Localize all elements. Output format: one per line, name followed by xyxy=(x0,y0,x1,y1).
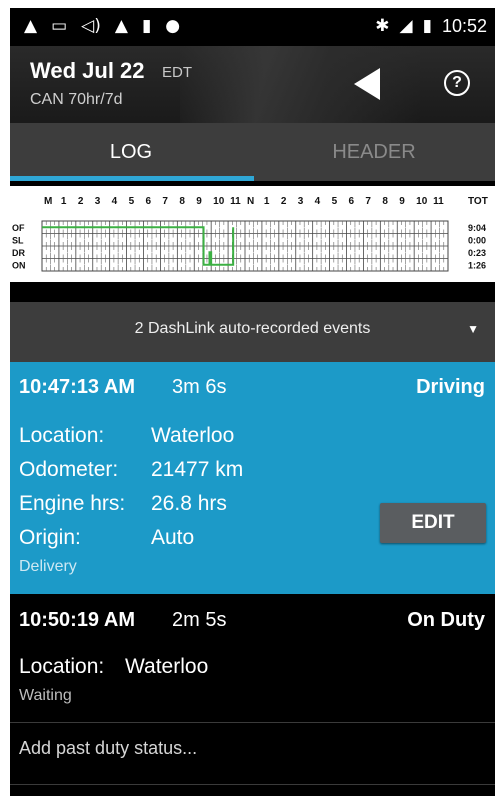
notification-icons: ▲ ▭ ◁) ▲ ▮ ● xyxy=(24,16,180,36)
hour-label: 6 xyxy=(146,196,152,207)
hour-label: 4 xyxy=(112,196,118,207)
edit-button[interactable]: EDIT xyxy=(380,503,486,543)
hour-label: 3 xyxy=(298,196,304,207)
tab-bar: LOG HEADER xyxy=(10,123,495,181)
hour-label: 7 xyxy=(365,196,371,207)
hour-label: 4 xyxy=(315,196,321,207)
dashlink-events-banner[interactable]: 2 DashLink auto-recorded events ▼ xyxy=(10,302,495,362)
row-total: 9:04 xyxy=(468,223,486,233)
previous-day-button[interactable] xyxy=(352,66,382,102)
hour-label: 9 xyxy=(399,196,405,207)
total-label: TOT xyxy=(468,196,488,207)
status-bar: ▲ ▭ ◁) ▲ ▮ ● ✱ ◢ ▮ 10:52 xyxy=(10,8,495,46)
hour-label: 1 xyxy=(264,196,270,207)
add-past-duty-status-button[interactable]: Add past duty status... xyxy=(19,738,197,759)
hour-label: 11 xyxy=(230,196,241,207)
location-label: Location: xyxy=(19,655,105,678)
hour-label: M xyxy=(44,196,52,207)
hour-label: 3 xyxy=(95,196,101,207)
event-note: Delivery xyxy=(19,558,77,575)
event-duration: 3m 6s xyxy=(172,376,227,398)
dashlink-events-text: 2 DashLink auto-recorded events xyxy=(134,320,371,337)
origin-value: Auto xyxy=(151,526,195,549)
android-icon: ● xyxy=(165,16,181,36)
event-status: On Duty xyxy=(407,609,485,631)
system-icons: ✱ ◢ ▮ 10:52 xyxy=(375,16,487,36)
image-icon: ▭ xyxy=(51,16,68,36)
cycle-label: CAN 70hr/7d xyxy=(30,91,123,108)
origin-label: Origin: xyxy=(19,526,81,549)
hour-label: 1 xyxy=(61,196,67,207)
row-label: ON xyxy=(12,261,26,271)
hour-label: 10 xyxy=(213,196,225,207)
hour-label: 5 xyxy=(129,196,135,207)
hour-label: 6 xyxy=(349,196,355,207)
event-status: Driving xyxy=(416,376,485,398)
log-date: Wed Jul 22 xyxy=(30,58,145,83)
previous-arrow-icon xyxy=(354,68,380,100)
torch-icon: ▮ xyxy=(141,16,152,36)
hour-label: 5 xyxy=(332,196,338,207)
hour-label: N xyxy=(247,196,254,207)
row-total: 0:23 xyxy=(468,248,486,258)
hour-label: 8 xyxy=(179,196,185,207)
odometer-label: Odometer: xyxy=(19,458,119,481)
row-label: OF xyxy=(12,223,25,233)
hour-label: 8 xyxy=(382,196,388,207)
duty-event-selected[interactable]: 10:47:13 AM 3m 6s Driving Location: Wate… xyxy=(10,362,495,594)
active-tab-indicator xyxy=(10,176,254,181)
odometer-value: 21477 km xyxy=(151,458,244,481)
location-label: Location: xyxy=(19,424,105,447)
event-time: 10:47:13 AM xyxy=(19,376,135,398)
event-duration: 2m 5s xyxy=(172,609,227,631)
duty-event[interactable]: 10:50:19 AM 2m 5s On Duty Location: Wate… xyxy=(10,594,495,722)
help-icon[interactable]: ? xyxy=(444,70,470,96)
hour-label: 10 xyxy=(416,196,428,207)
battery-icon: ▮ xyxy=(422,16,432,36)
engine-hours-value: 26.8 hrs xyxy=(151,492,227,515)
location-value: Waterloo xyxy=(151,424,235,447)
phone-screen: ▲ ▭ ◁) ▲ ▮ ● ✱ ◢ ▮ 10:52 Wed Jul 22 EDT … xyxy=(10,8,495,796)
hour-label: 2 xyxy=(78,196,84,207)
row-label: SL xyxy=(12,236,24,246)
vibrate-icon: ◁) xyxy=(81,16,101,36)
clock: 10:52 xyxy=(441,16,487,36)
signal-icon: ◢ xyxy=(399,16,413,36)
hour-label: 9 xyxy=(196,196,202,207)
row-total: 1:26 xyxy=(468,261,486,271)
warning-icon: ▲ xyxy=(24,16,38,36)
divider xyxy=(10,722,495,723)
duty-log-graph[interactable]: M 1 2 3 4 5 6 7 8 9 10 11 N 1 2 3 4 5 6 7 8 9 10 11 TOT OF 9:04 SL 0… xyxy=(10,186,495,282)
warning-icon: ▲ xyxy=(114,16,128,36)
road-background xyxy=(180,46,420,123)
location-value: Waterloo xyxy=(125,655,209,678)
hour-label: 7 xyxy=(162,196,168,207)
hour-label: 2 xyxy=(281,196,287,207)
divider xyxy=(10,784,495,785)
tab-header[interactable]: HEADER xyxy=(253,123,495,181)
app-header: Wed Jul 22 EDT CAN 70hr/7d ? xyxy=(10,46,495,123)
hour-label: 11 xyxy=(433,196,444,207)
dropdown-arrow-icon: ▼ xyxy=(467,322,479,336)
timezone-label: EDT xyxy=(162,64,192,81)
event-note: Waiting xyxy=(19,687,72,704)
row-label: DR xyxy=(12,248,25,258)
duty-grid: M 1 2 3 4 5 6 7 8 9 10 11 N 1 2 3 4 5 6 7 8 9 10 11 TOTOF 9:04SL 0… xyxy=(12,196,488,272)
bluetooth-icon: ✱ xyxy=(375,16,390,36)
event-time: 10:50:19 AM xyxy=(19,609,135,631)
row-total: 0:00 xyxy=(468,236,486,246)
tab-log[interactable]: LOG xyxy=(10,123,252,181)
engine-hours-label: Engine hrs: xyxy=(19,492,126,515)
